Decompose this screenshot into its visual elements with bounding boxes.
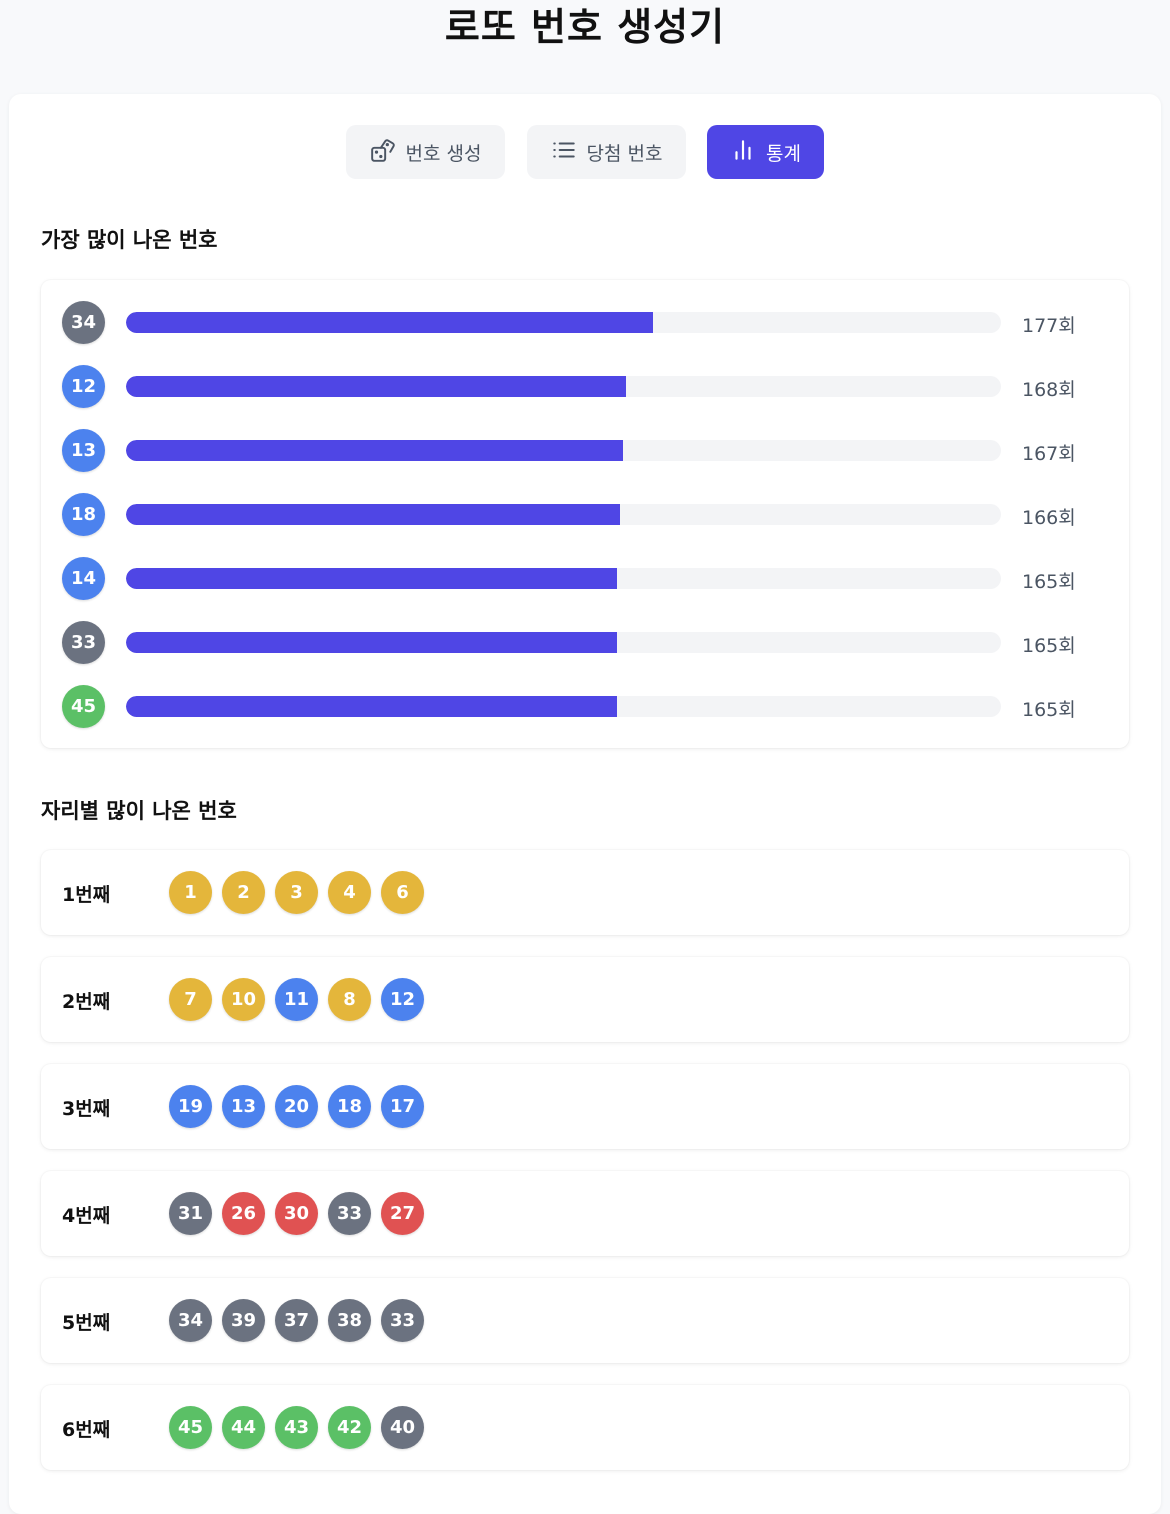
- number-ball: 38: [328, 1299, 371, 1342]
- frequency-bar-track: [126, 568, 1001, 589]
- number-ball: 12: [381, 978, 424, 1021]
- frequency-bar-fill: [126, 504, 620, 525]
- frequency-bar-track: [126, 376, 1001, 397]
- position-card: 5번째 34 39 37 38 33: [41, 1278, 1129, 1363]
- number-ball: 10: [222, 978, 265, 1021]
- frequency-bar-track: [126, 312, 1001, 333]
- frequency-row: 34 177회: [41, 301, 1129, 345]
- position-card: 4번째 31 26 30 33 27: [41, 1171, 1129, 1256]
- number-ball: 19: [169, 1085, 212, 1128]
- number-ball: 7: [169, 978, 212, 1021]
- number-ball: 40: [381, 1406, 424, 1449]
- frequency-count: 168회: [1022, 379, 1076, 401]
- position-card: 1번째 1 2 3 4 6: [41, 850, 1129, 935]
- frequency-count: 177회: [1022, 315, 1076, 337]
- position-card: 6번째 45 44 43 42 40: [41, 1385, 1129, 1470]
- main-card: 번호 생성 당첨 번호 통계 가장 많이 나온 번호 34 177회 12 168회 1…: [9, 94, 1161, 1514]
- number-ball: 17: [381, 1085, 424, 1128]
- frequency-count: 166회: [1022, 507, 1076, 529]
- tab-statistics[interactable]: 통계: [707, 125, 824, 179]
- frequency-bar-track: [126, 440, 1001, 461]
- tab-winning-numbers[interactable]: 당첨 번호: [527, 125, 686, 179]
- frequency-row: 12 168회: [41, 365, 1129, 409]
- position-label: 3번째: [62, 1098, 111, 1120]
- by-position-title: 자리별 많이 나온 번호: [41, 799, 237, 823]
- frequency-bar-track: [126, 696, 1001, 717]
- number-ball: 31: [169, 1192, 212, 1235]
- number-ball: 33: [381, 1299, 424, 1342]
- number-ball: 33: [62, 621, 105, 664]
- number-ball: 18: [328, 1085, 371, 1128]
- position-label: 6번째: [62, 1419, 111, 1441]
- position-card: 3번째 19 13 20 18 17: [41, 1064, 1129, 1149]
- position-label: 2번째: [62, 991, 111, 1013]
- frequency-bar-track: [126, 632, 1001, 653]
- number-ball: 30: [275, 1192, 318, 1235]
- tab-generate-label: 번호 생성: [405, 142, 482, 165]
- number-ball: 13: [62, 429, 105, 472]
- number-ball: 37: [275, 1299, 318, 1342]
- frequency-row: 14 165회: [41, 557, 1129, 601]
- number-ball: 11: [275, 978, 318, 1021]
- frequency-count: 165회: [1022, 699, 1076, 721]
- frequency-count: 167회: [1022, 443, 1076, 465]
- number-ball: 18: [62, 493, 105, 536]
- tab-bar: 번호 생성 당첨 번호 통계: [9, 125, 1161, 179]
- position-label: 5번째: [62, 1312, 111, 1334]
- position-label: 4번째: [62, 1205, 111, 1227]
- number-ball: 39: [222, 1299, 265, 1342]
- frequency-row: 33 165회: [41, 621, 1129, 665]
- tab-generate[interactable]: 번호 생성: [346, 125, 505, 179]
- number-ball: 26: [222, 1192, 265, 1235]
- number-ball: 12: [62, 365, 105, 408]
- frequency-count: 165회: [1022, 571, 1076, 593]
- number-ball: 33: [328, 1192, 371, 1235]
- page-title: 로또 번호 생성기: [444, 5, 726, 49]
- number-ball: 44: [222, 1406, 265, 1449]
- number-ball: 34: [62, 301, 105, 344]
- number-ball: 8: [328, 978, 371, 1021]
- number-ball: 45: [62, 685, 105, 728]
- frequency-count: 165회: [1022, 635, 1076, 657]
- frequency-bar-fill: [126, 632, 617, 653]
- frequency-bar-fill: [126, 568, 617, 589]
- number-ball: 14: [62, 557, 105, 600]
- number-ball: 6: [381, 871, 424, 914]
- number-ball: 20: [275, 1085, 318, 1128]
- number-ball: 3: [275, 871, 318, 914]
- frequency-bar-fill: [126, 440, 623, 461]
- number-ball: 45: [169, 1406, 212, 1449]
- frequency-row: 13 167회: [41, 429, 1129, 473]
- number-ball: 27: [381, 1192, 424, 1235]
- frequency-row: 18 166회: [41, 493, 1129, 537]
- list-icon: [551, 137, 577, 168]
- frequency-bar-track: [126, 504, 1001, 525]
- bar-chart-icon: [730, 137, 756, 168]
- number-ball: 13: [222, 1085, 265, 1128]
- tab-winning-label: 당첨 번호: [586, 142, 663, 165]
- number-ball: 43: [275, 1406, 318, 1449]
- tab-statistics-label: 통계: [766, 142, 801, 165]
- most-frequent-list: 34 177회 12 168회 13 167회 18 166회 14 165회 33 165회 45 16…: [41, 280, 1129, 748]
- number-ball: 4: [328, 871, 371, 914]
- frequency-row: 45 165회: [41, 685, 1129, 729]
- number-ball: 34: [169, 1299, 212, 1342]
- number-ball: 42: [328, 1406, 371, 1449]
- position-label: 1번째: [62, 884, 111, 906]
- dice-icon: [370, 137, 396, 168]
- number-ball: 2: [222, 871, 265, 914]
- most-frequent-title: 가장 많이 나온 번호: [41, 228, 218, 252]
- number-ball: 1: [169, 871, 212, 914]
- frequency-bar-fill: [126, 696, 617, 717]
- position-card: 2번째 7 10 11 8 12: [41, 957, 1129, 1042]
- frequency-bar-fill: [126, 312, 653, 333]
- frequency-bar-fill: [126, 376, 626, 397]
